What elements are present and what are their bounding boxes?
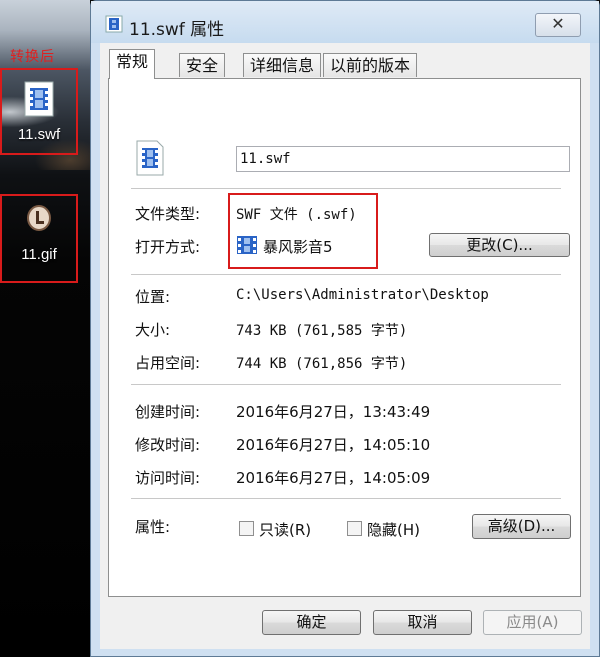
size-value: 743 KB (761,585 字节) (236, 323, 408, 339)
size-on-disk-label: 占用空间: (135, 354, 201, 372)
general-tab-panel: 11.swf 文件类型: SWF 文件 (.swf) 打开方式: 暴风影音5 更… (108, 78, 581, 597)
close-icon: ✕ (551, 14, 565, 33)
readonly-label[interactable]: 只读(R) (259, 519, 311, 540)
tab-security[interactable]: 安全 (179, 53, 226, 77)
divider (131, 274, 561, 275)
window-title: 11.swf 属性 (129, 20, 225, 40)
apply-button[interactable]: 应用(A) (483, 610, 582, 635)
desktop-icon-swf[interactable]: 11.swf (0, 80, 78, 143)
hidden-label[interactable]: 隐藏(H) (367, 519, 420, 540)
gif-image-icon (27, 205, 51, 231)
file-type-label: 文件类型: (135, 205, 201, 223)
swf-file-icon (105, 15, 123, 33)
divider (131, 188, 561, 189)
swf-file-icon (136, 140, 164, 176)
player-app-icon (237, 236, 257, 254)
opens-with-value: 暴风影音5 (263, 238, 333, 256)
divider (131, 384, 561, 385)
accessed-value: 2016年6月27日，14:05:09 (236, 469, 431, 487)
hidden-checkbox[interactable] (347, 521, 362, 536)
location-value: C:\Users\Administrator\Desktop (236, 287, 489, 303)
change-button[interactable]: 更改(C)... (429, 233, 570, 257)
desktop-icon-gif[interactable]: 11.gif (0, 204, 78, 263)
dialog-client-area: 常规 安全 详细信息 以前的版本 11.swf 文件类型: SWF 文件 (.s… (100, 43, 590, 649)
attributes-label: 属性: (135, 518, 171, 536)
properties-window: 11.swf 属性 ✕ 常规 安全 详细信息 以前的版本 11.swf 文件类型… (90, 0, 600, 657)
location-label: 位置: (135, 288, 171, 306)
created-value: 2016年6月27日，13:43:49 (236, 403, 431, 421)
tab-details[interactable]: 详细信息 (243, 53, 322, 77)
close-button[interactable]: ✕ (535, 13, 581, 37)
readonly-checkbox[interactable] (239, 521, 254, 536)
size-label: 大小: (135, 321, 171, 339)
created-label: 创建时间: (135, 403, 201, 421)
convert-annotation: 转换后 (10, 49, 55, 65)
desktop-icon-label: 11.gif (21, 246, 57, 263)
opens-with-label: 打开方式: (135, 238, 201, 256)
file-name-input[interactable]: 11.swf (236, 146, 570, 172)
modified-label: 修改时间: (135, 436, 201, 454)
modified-value: 2016年6月27日，14:05:10 (236, 436, 431, 454)
ok-button[interactable]: 确定 (262, 610, 361, 635)
accessed-label: 访问时间: (135, 469, 201, 487)
file-type-value: SWF 文件 (.swf) (236, 207, 357, 223)
swf-file-icon (24, 81, 54, 117)
tab-general[interactable]: 常规 (109, 49, 156, 79)
divider (131, 498, 561, 499)
cancel-button[interactable]: 取消 (373, 610, 472, 635)
advanced-button[interactable]: 高级(D)... (472, 514, 571, 539)
tab-previous-versions[interactable]: 以前的版本 (323, 53, 418, 77)
title-bar[interactable]: 11.swf 属性 ✕ (91, 1, 599, 43)
desktop-icon-label: 11.swf (17, 126, 61, 143)
size-on-disk-value: 744 KB (761,856 字节) (236, 356, 408, 372)
